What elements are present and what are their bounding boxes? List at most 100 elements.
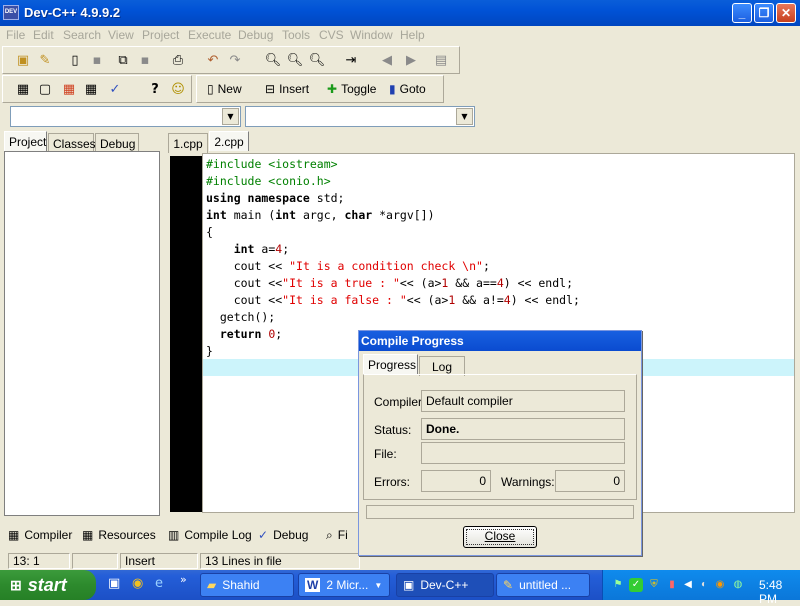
tab-compile-log[interactable]: ▥ Compile Log: [168, 523, 252, 547]
rebuild-icon[interactable]: ▦: [81, 79, 101, 99]
code-token: #include <conio.h>: [206, 174, 331, 188]
menu-debug[interactable]: Debug: [238, 28, 273, 42]
line-count: 13 Lines in file: [200, 553, 360, 569]
tab-debug[interactable]: Debug: [95, 133, 139, 153]
redo-icon[interactable]: ↷: [225, 50, 245, 70]
close-window-button[interactable]: ✕: [776, 3, 796, 23]
undo-icon[interactable]: ↶: [203, 50, 223, 70]
chrome-quicklaunch-icon[interactable]: ◉: [132, 576, 143, 591]
tab-log[interactable]: Log: [419, 356, 465, 376]
code-line[interactable]: int a=4;: [206, 241, 289, 258]
menu-execute[interactable]: Execute: [188, 28, 231, 42]
close-button[interactable]: Close: [463, 526, 537, 548]
goto-button[interactable]: ▮ Goto: [389, 78, 426, 100]
new-button[interactable]: ▯ New: [207, 78, 242, 100]
title-bar[interactable]: DEV Dev-C++ 4.9.9.2 _ ❐ ✕: [0, 0, 800, 26]
help-icon[interactable]: ?: [145, 79, 165, 99]
close-file-icon[interactable]: ▪: [135, 50, 155, 70]
app-icon[interactable]: DEV: [3, 5, 19, 20]
media-icon[interactable]: ◐: [697, 578, 711, 592]
replace-icon[interactable]: 🔍︎: [285, 50, 305, 70]
code-line[interactable]: getch();: [206, 309, 275, 326]
menu-project[interactable]: Project: [142, 28, 179, 42]
tab-debug-output[interactable]: ✓ Debug: [258, 523, 308, 547]
code-line[interactable]: int main (int argc, char *argv[]): [206, 207, 435, 224]
find-icon[interactable]: 🔍︎: [263, 50, 283, 70]
unit-icon[interactable]: ▤: [431, 50, 451, 70]
insert-button[interactable]: ⊟ Insert: [265, 78, 309, 100]
network-icon[interactable]: ⚑: [611, 578, 625, 592]
menu-bar: File Edit Search View Project Execute De…: [0, 26, 800, 45]
goto-line-icon[interactable]: ⇥: [341, 50, 361, 70]
menu-edit[interactable]: Edit: [33, 28, 54, 42]
code-line[interactable]: {: [206, 224, 213, 241]
code-token: int: [275, 208, 297, 222]
devcpp-quicklaunch-icon[interactable]: ▣: [108, 576, 120, 591]
menu-view[interactable]: View: [108, 28, 134, 42]
code-line[interactable]: return 0;: [206, 326, 282, 343]
menu-file[interactable]: File: [6, 28, 25, 42]
chevron-right-icon[interactable]: »: [180, 573, 187, 586]
save-icon[interactable]: ▪: [87, 50, 107, 70]
class-combo[interactable]: ▼: [10, 106, 241, 127]
forward-icon[interactable]: ▶: [401, 50, 421, 70]
code-line[interactable]: #include <iostream>: [206, 156, 338, 173]
tab-project[interactable]: Project: [4, 131, 47, 151]
save-all-icon[interactable]: ⧉: [113, 50, 133, 70]
tab-classes[interactable]: Classes: [48, 133, 96, 153]
tab-file-2cpp[interactable]: 2.cpp: [209, 131, 249, 151]
security-check-icon[interactable]: ✓: [629, 578, 643, 592]
find-next-icon[interactable]: 🔍︎: [307, 50, 327, 70]
new-file-icon[interactable]: ▯: [65, 50, 85, 70]
menu-cvs[interactable]: CVS: [319, 28, 344, 42]
task-paint[interactable]: ✎ untitled ...: [496, 573, 590, 597]
project-tree[interactable]: [4, 151, 160, 516]
menu-window[interactable]: Window: [350, 28, 393, 42]
splitter[interactable]: [163, 151, 167, 516]
code-line[interactable]: #include <conio.h>: [206, 173, 331, 190]
code-line[interactable]: using namespace std;: [206, 190, 344, 207]
messenger-icon[interactable]: ◍: [731, 578, 745, 592]
compile-run-icon[interactable]: ▦: [59, 79, 79, 99]
compile-icon[interactable]: ▦: [13, 79, 33, 99]
code-token: getch();: [206, 310, 276, 324]
tab-file-1cpp[interactable]: 1.cpp: [168, 133, 208, 153]
shield-icon[interactable]: ⛨: [647, 578, 661, 592]
code-line[interactable]: }: [206, 343, 213, 360]
open-file-icon[interactable]: ✎: [35, 50, 55, 70]
task-devcpp[interactable]: ▣ Dev-C++: [396, 573, 494, 597]
chevron-down-icon[interactable]: ▼: [456, 108, 473, 125]
run-icon[interactable]: ▢: [35, 79, 55, 99]
chevron-down-icon[interactable]: ▼: [222, 108, 239, 125]
code-line[interactable]: cout << "It is a condition check \n";: [206, 258, 490, 275]
restore-button[interactable]: ❐: [754, 3, 774, 23]
menu-tools[interactable]: Tools: [282, 28, 310, 42]
open-project-icon[interactable]: ▣: [13, 50, 33, 70]
minimize-button[interactable]: _: [732, 3, 752, 23]
print-icon[interactable]: ⎙: [168, 50, 188, 70]
back-icon[interactable]: ◀: [377, 50, 397, 70]
menu-help[interactable]: Help: [400, 28, 425, 42]
start-button[interactable]: ⊞ start: [0, 570, 96, 600]
member-combo[interactable]: ▼: [245, 106, 475, 127]
tab-resources[interactable]: ▦ Resources: [82, 523, 156, 547]
antivirus-icon[interactable]: ◉: [713, 578, 727, 592]
code-line[interactable]: cout <<"It is a false : "<< (a>1 && a!=4…: [206, 292, 580, 309]
menu-search[interactable]: Search: [63, 28, 101, 42]
editor-gutter[interactable]: [170, 156, 202, 512]
dialog-title[interactable]: Compile Progress: [359, 331, 641, 351]
volume-icon[interactable]: ◀: [681, 578, 695, 592]
task-shahid[interactable]: ▰ Shahid: [200, 573, 294, 597]
debug-check-icon[interactable]: ✓: [105, 79, 125, 99]
toggle-button[interactable]: ✚ Toggle: [327, 78, 376, 100]
ie-quicklaunch-icon[interactable]: e: [155, 576, 163, 591]
tab-find-results[interactable]: ⌕ Fi: [326, 523, 348, 547]
about-icon[interactable]: ☺: [168, 79, 188, 99]
task-word[interactable]: W2 Micr... ▼: [298, 573, 390, 597]
tab-progress[interactable]: Progress: [363, 354, 418, 374]
code-line[interactable]: cout <<"It is a true : "<< (a>1 && a==4)…: [206, 275, 573, 292]
tab-compiler[interactable]: ▦ Compiler: [8, 523, 72, 547]
alert-icon[interactable]: ▮: [665, 578, 679, 592]
clock[interactable]: 5:48 PM: [759, 578, 800, 606]
